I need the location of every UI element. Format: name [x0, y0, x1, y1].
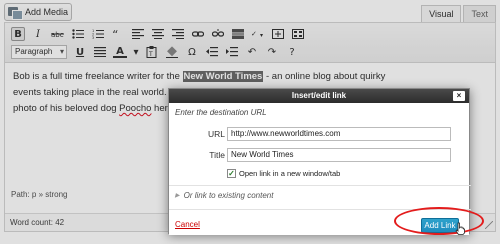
hand-cursor-icon — [455, 222, 465, 235]
existing-content-label: Or link to existing content — [183, 191, 274, 200]
close-icon[interactable]: × — [453, 91, 465, 101]
url-row: URL http://www.newworldtimes.com — [169, 127, 471, 141]
title-input[interactable]: New World Times — [227, 148, 451, 162]
title-row: Title New World Times — [169, 148, 471, 162]
cancel-link[interactable]: Cancel — [175, 220, 200, 229]
destination-label: Enter the destination URL — [175, 108, 267, 117]
title-label: Title — [209, 150, 225, 160]
new-window-label: Open link in a new window/tab — [239, 169, 341, 178]
expand-triangle-icon: ▶ — [175, 193, 180, 199]
divider — [169, 185, 471, 186]
dialog-title: Insert/edit link — [291, 91, 347, 100]
url-label: URL — [207, 129, 225, 139]
url-input[interactable]: http://www.newworldtimes.com — [227, 127, 451, 141]
dialog-titlebar: Insert/edit link × — [169, 89, 469, 103]
new-window-checkbox[interactable]: ✓ — [227, 169, 236, 178]
highlight-ring — [394, 207, 484, 235]
link-existing-toggle[interactable]: ▶ Or link to existing content — [175, 191, 273, 200]
new-window-option: ✓ Open link in a new window/tab — [227, 169, 340, 178]
